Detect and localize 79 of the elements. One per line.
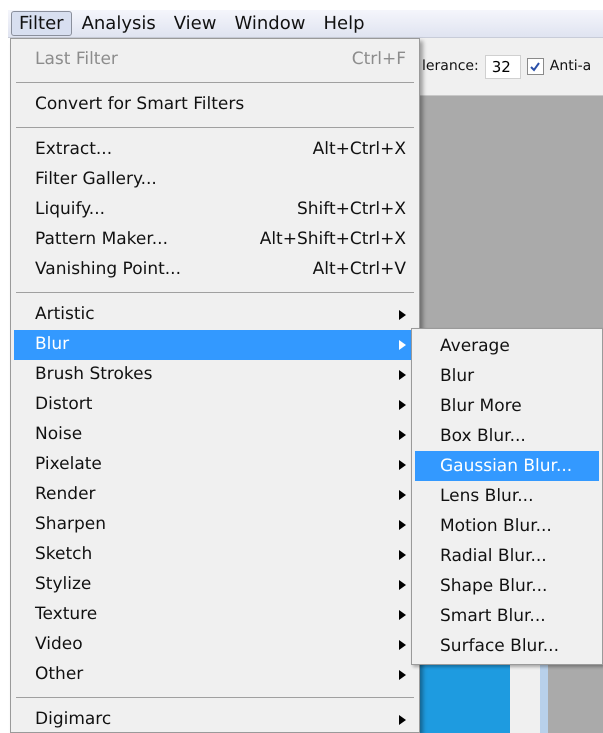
menu-title[interactable]: Analysis (74, 11, 164, 36)
submenu-item[interactable]: Motion Blur... (415, 511, 599, 541)
menu-item-label: Vanishing Point... (35, 258, 182, 282)
menu-item[interactable]: Pixelate (14, 450, 416, 480)
submenu-arrow-icon (399, 460, 406, 470)
menu-item-label: Video (35, 633, 84, 656)
menu-item-label: Extract... (35, 138, 114, 162)
submenu-item[interactable]: Blur (415, 361, 599, 391)
menu-item-label: Brush Strokes (35, 363, 154, 386)
submenu-arrow-icon (399, 400, 406, 410)
menu-item[interactable]: Sharpen (14, 510, 416, 540)
menu-item-label: Stylize (35, 573, 92, 596)
menu-item-label: Distort (35, 393, 94, 416)
checkbox-label: Anti-a (550, 57, 592, 76)
menu-item[interactable]: Render (14, 480, 416, 510)
menu-item[interactable]: Other (14, 660, 416, 690)
menu-item[interactable]: Brush Strokes (14, 360, 416, 390)
menu-item[interactable]: Convert for Smart Filters (14, 90, 416, 120)
shortcut-label: Alt+Ctrl+V (312, 258, 406, 282)
tolerance-label: lerance: (422, 57, 479, 76)
menu-item-label: Noise (35, 423, 84, 446)
submenu-item[interactable]: Box Blur... (415, 421, 599, 451)
submenu-item[interactable]: Radial Blur... (415, 541, 599, 571)
menu-title[interactable]: View (166, 11, 224, 36)
submenu-arrow-icon (399, 715, 406, 725)
menu-item-label: Pattern Maker... (35, 228, 169, 252)
submenu-arrow-icon (399, 310, 406, 320)
submenu-arrow-icon (399, 640, 406, 650)
checkbox[interactable] (526, 58, 544, 75)
submenu-item[interactable]: Lens Blur... (415, 481, 599, 511)
menu-item[interactable]: Distort (14, 390, 416, 420)
menu-item-label: Convert for Smart Filters (35, 93, 246, 116)
menu-item-label: Filter Gallery... (35, 168, 158, 192)
menu-item[interactable]: Noise (14, 420, 416, 450)
submenu-item[interactable]: Shape Blur... (415, 571, 599, 601)
shortcut-label: Alt+Shift+Ctrl+X (260, 228, 406, 252)
submenu-arrow-icon (399, 340, 406, 350)
menu-item[interactable]: Digimarc (14, 705, 416, 733)
menu-item-label: Sketch (35, 543, 94, 566)
menu-item[interactable]: Video (14, 630, 416, 660)
menu-title[interactable]: Window (226, 11, 314, 36)
menu-item[interactable]: Texture (14, 600, 416, 630)
menu-item-label: Pixelate (35, 453, 103, 476)
submenu-item[interactable]: Smart Blur... (415, 601, 599, 631)
menu-item[interactable]: Stylize (14, 570, 416, 600)
submenu-arrow-icon (399, 670, 406, 680)
submenu-item[interactable]: Surface Blur... (415, 631, 599, 661)
shortcut-label: Alt+Ctrl+X (312, 138, 406, 162)
submenu-arrow-icon (399, 490, 406, 500)
menu-item-label: Digimarc (35, 708, 112, 732)
menu-item-label: Liquify... (35, 198, 106, 222)
menu-item[interactable]: Vanishing Point... Alt+Ctrl+V (14, 255, 416, 285)
submenu-arrow-icon (399, 370, 406, 380)
submenu-item[interactable]: Average (415, 331, 599, 361)
menu-item-label: Render (35, 483, 97, 506)
tolerance-field[interactable]: 32 (484, 54, 521, 78)
submenu-item[interactable]: Blur More (415, 391, 599, 421)
menu-item[interactable]: Extract... Alt+Ctrl+X (14, 135, 416, 165)
shortcut-label: Shift+Ctrl+X (296, 198, 406, 222)
menu-item[interactable]: Artistic (14, 300, 416, 330)
menu-item-label: Other (35, 663, 84, 686)
submenu-arrow-icon (399, 580, 406, 590)
menu-item[interactable]: Liquify... Shift+Ctrl+X (14, 195, 416, 225)
menu-item[interactable]: Pattern Maker... Alt+Shift+Ctrl+X (14, 225, 416, 255)
checkmark-icon (529, 60, 542, 72)
menu-item[interactable]: Filter Gallery... (14, 165, 416, 195)
menu-item-label: Artistic (35, 303, 96, 326)
menu-item[interactable]: Sketch (14, 540, 416, 570)
submenu-arrow-icon (399, 550, 406, 560)
submenu-arrow-icon (399, 520, 406, 530)
submenu-arrow-icon (399, 610, 406, 620)
menu-title[interactable]: Help (315, 11, 372, 36)
menu-item-label: Texture (35, 603, 98, 626)
menu-item-label: Blur (35, 333, 70, 356)
menu-title[interactable]: Filter (11, 11, 72, 36)
menu-item-label: Last Filter (35, 48, 119, 72)
submenu-arrow-icon (399, 430, 406, 440)
menu-item-label: Sharpen (35, 513, 107, 536)
shortcut-label: Ctrl+F (352, 48, 406, 72)
